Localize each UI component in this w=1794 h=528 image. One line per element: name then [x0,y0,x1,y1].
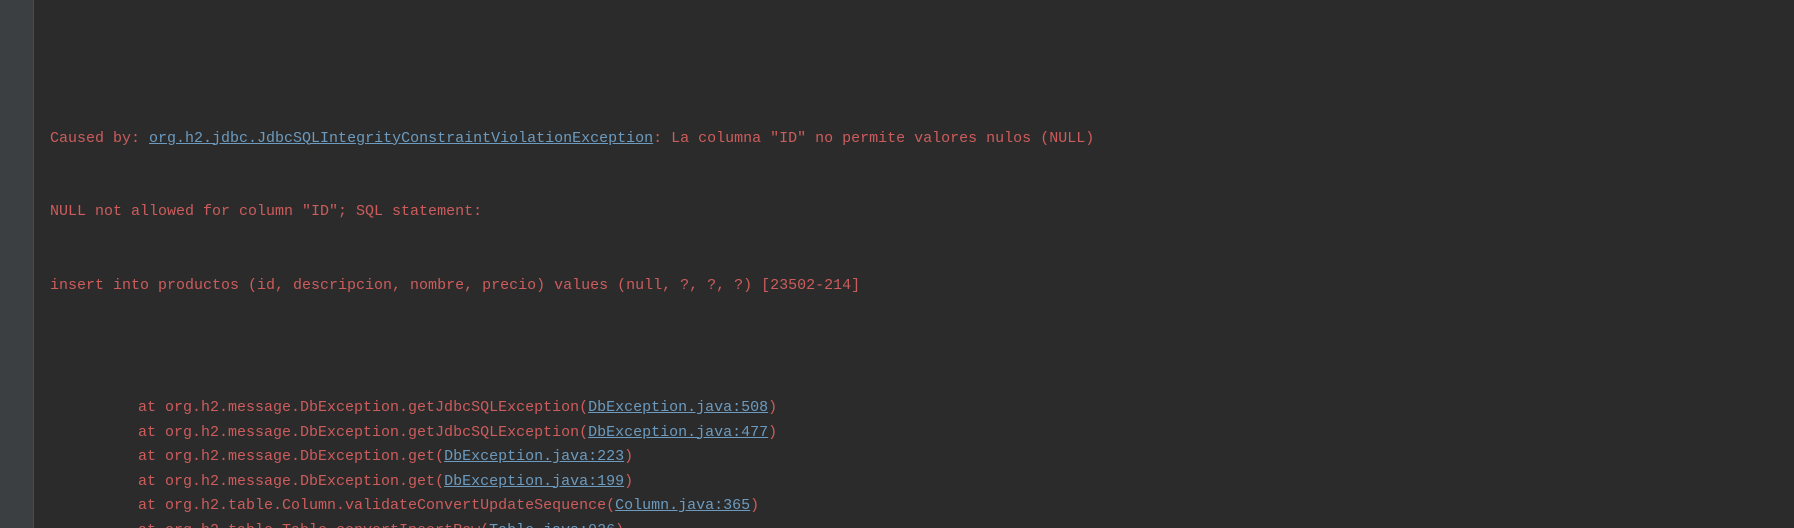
stack-at: at [138,424,165,441]
paren-open: ( [435,448,444,465]
caused-by-line: Caused by: org.h2.jdbc.JdbcSQLIntegrityC… [50,127,1794,152]
stack-method: org.h2.table.Column.validateConvertUpdat… [165,497,606,514]
stack-frame: at org.h2.message.DbException.get(DbExce… [50,445,1794,470]
stack-method: org.h2.message.DbException.getJdbcSQLExc… [165,424,579,441]
paren-open: ( [606,497,615,514]
exception-message-2: NULL not allowed for column "ID"; SQL st… [50,200,1794,225]
paren-close: ) [768,424,777,441]
console-output: Caused by: org.h2.jdbc.JdbcSQLIntegrityC… [0,0,1794,528]
stack-source-link[interactable]: DbException.java:223 [444,448,624,465]
stack-source-link[interactable]: DbException.java:508 [588,399,768,416]
stack-frame: at org.h2.message.DbException.getJdbcSQL… [50,421,1794,446]
exception-class-link[interactable]: org.h2.jdbc.JdbcSQLIntegrityConstraintVi… [149,130,653,147]
stack-source-link[interactable]: DbException.java:199 [444,473,624,490]
paren-close: ) [624,473,633,490]
paren-close: ) [615,522,624,528]
paren-close: ) [768,399,777,416]
stack-source-link[interactable]: Table.java:926 [489,522,615,528]
stack-frame: at org.h2.table.Table.convertInsertRow(T… [50,519,1794,528]
stack-frame: at org.h2.table.Column.validateConvertUp… [50,494,1794,519]
caused-by-prefix: Caused by: [50,130,149,147]
stack-trace: at org.h2.message.DbException.getJdbcSQL… [50,396,1794,528]
stack-frame: at org.h2.message.DbException.get(DbExce… [50,470,1794,495]
stack-at: at [138,473,165,490]
paren-close: ) [750,497,759,514]
stack-source-link[interactable]: DbException.java:477 [588,424,768,441]
stack-at: at [138,522,165,528]
stack-at: at [138,399,165,416]
stack-source-link[interactable]: Column.java:365 [615,497,750,514]
paren-open: ( [435,473,444,490]
stack-method: org.h2.message.DbException.getJdbcSQLExc… [165,399,579,416]
stack-method: org.h2.message.DbException.get [165,473,435,490]
paren-open: ( [579,424,588,441]
stack-method: org.h2.message.DbException.get [165,448,435,465]
paren-open: ( [480,522,489,528]
exception-message-3: insert into productos (id, descripcion, … [50,274,1794,299]
stack-frame: at org.h2.message.DbException.getJdbcSQL… [50,396,1794,421]
paren-open: ( [579,399,588,416]
stack-at: at [138,497,165,514]
console-gutter [0,0,34,528]
stack-at: at [138,448,165,465]
exception-message-1: : La columna "ID" no permite valores nul… [653,130,1094,147]
paren-close: ) [624,448,633,465]
stack-method: org.h2.table.Table.convertInsertRow [165,522,480,528]
